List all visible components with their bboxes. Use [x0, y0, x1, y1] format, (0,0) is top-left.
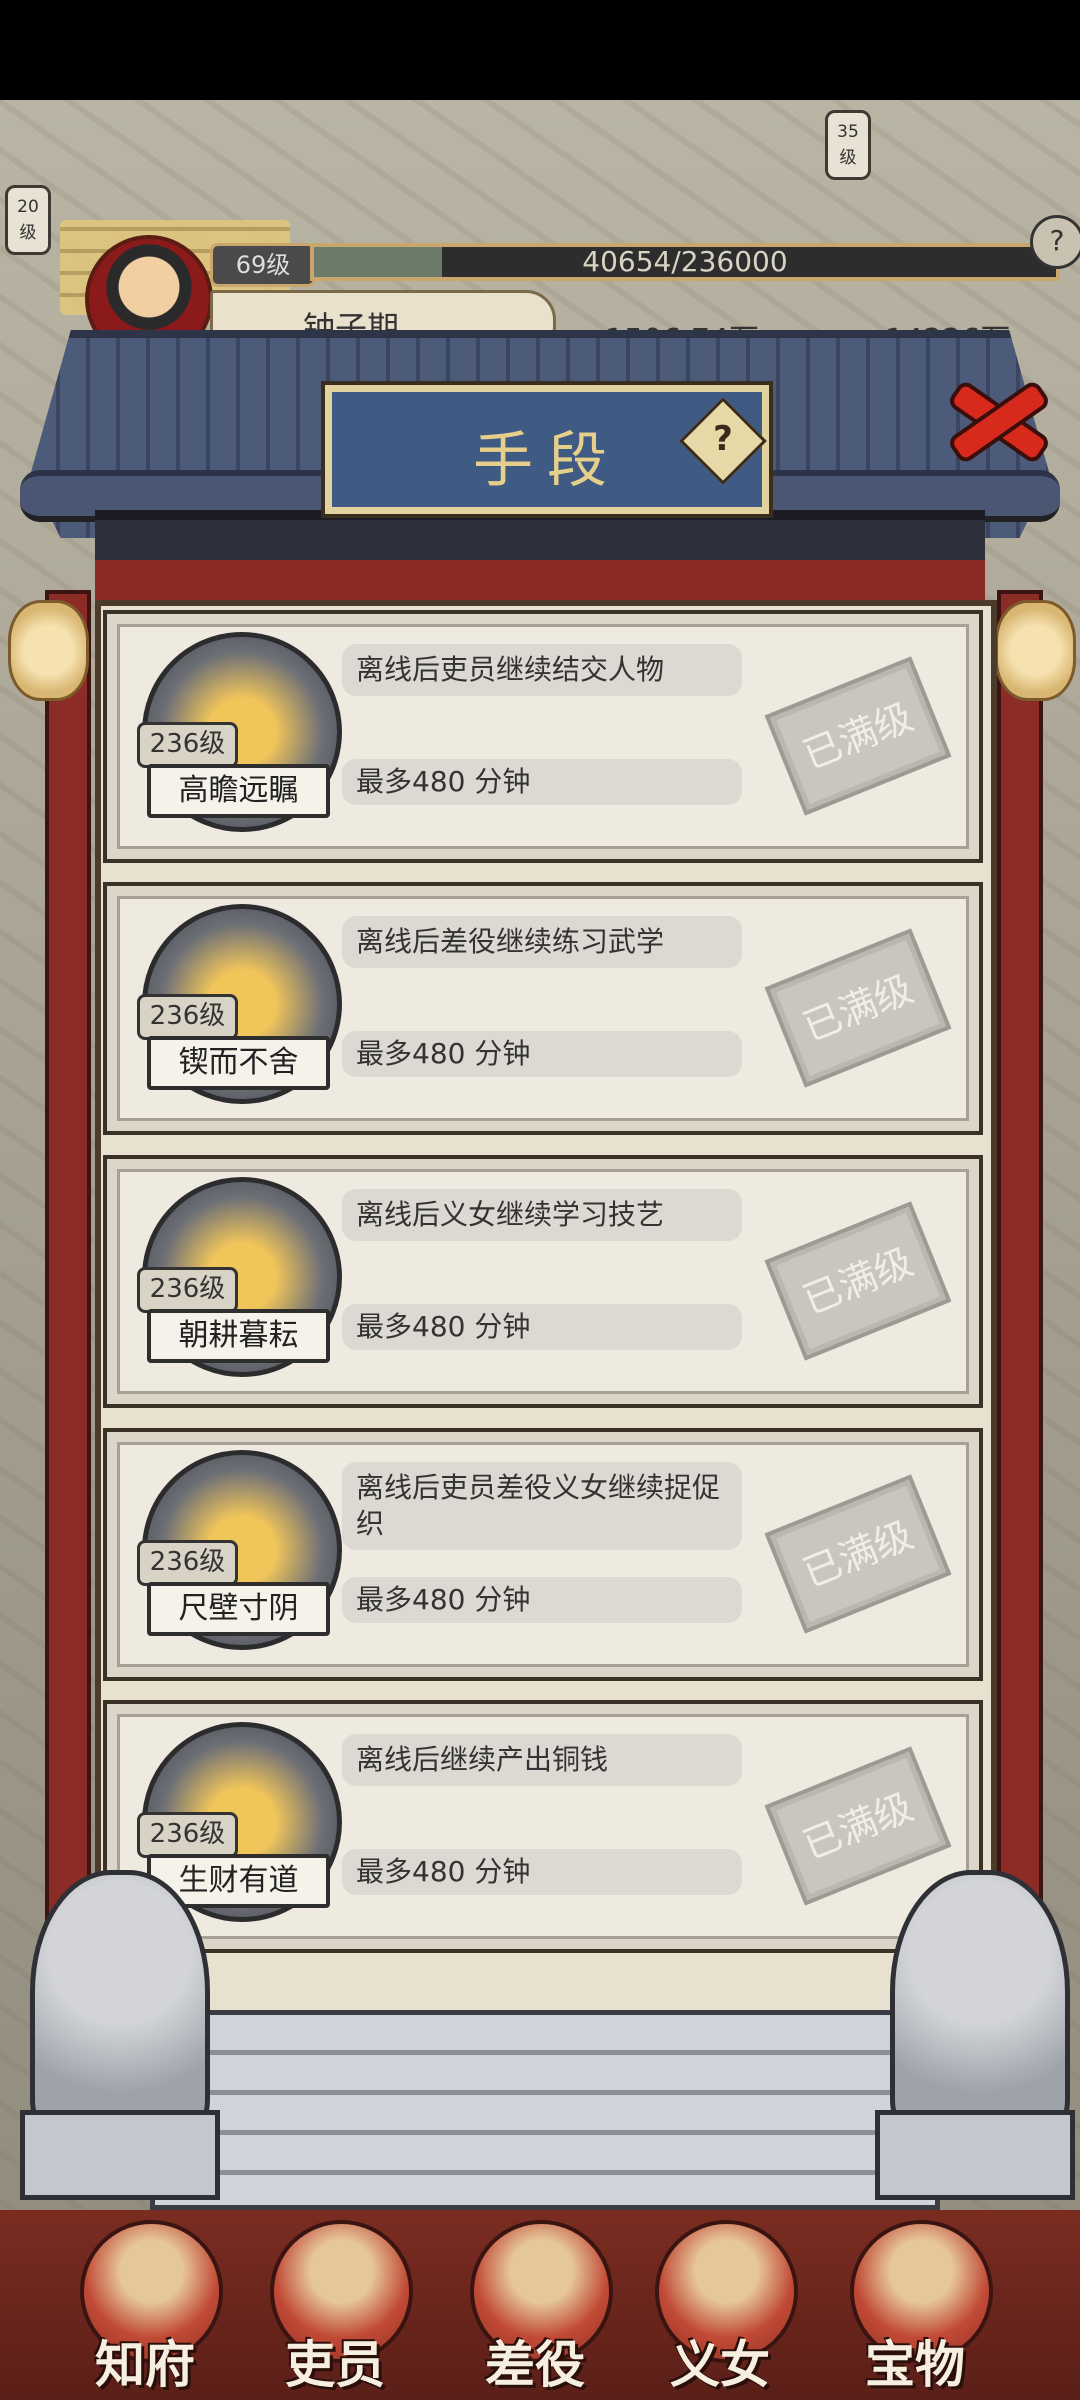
- skill-card: 236级 朝耕暮耘 离线后义女继续学习技艺最多480 分钟 已满级: [103, 1155, 983, 1408]
- max-level-stamp: 已满级: [764, 1746, 952, 1906]
- skill-description: 离线后吏员继续结交人物: [342, 644, 742, 696]
- lantern-icon: [995, 600, 1076, 701]
- skill-description: 离线后差役继续练习武学: [342, 916, 742, 968]
- skill-level-badge: 236级: [137, 722, 238, 768]
- skill-level-badge: 236级: [137, 1540, 238, 1586]
- question-icon: ?: [713, 419, 733, 459]
- nav-item-prefect[interactable]: 知府: [55, 2210, 235, 2400]
- skill-card: 236级 生财有道 离线后继续产出铜钱 最多480 分钟 已满级: [103, 1700, 983, 1953]
- nav-item-daughters[interactable]: 义女: [630, 2210, 810, 2400]
- skill-description: 离线后继续产出铜钱: [342, 1734, 742, 1786]
- max-level-stamp: 已满级: [764, 1201, 952, 1361]
- xp-text: 40654/236000: [582, 245, 788, 278]
- skill-duration-limit: 最多480 分钟: [342, 1577, 742, 1623]
- nav-label: 宝物: [865, 2335, 965, 2394]
- skill-duration-limit: 最多480 分钟: [342, 759, 742, 805]
- player-level: 69级: [210, 243, 316, 287]
- lion-pedestal: [875, 2110, 1075, 2200]
- max-level-label: 已满级: [764, 1201, 952, 1361]
- stone-lion-right: [890, 1870, 1070, 2140]
- lion-pedestal: [20, 2110, 220, 2200]
- stone-lion-left: [30, 1870, 210, 2140]
- dialog-title-plaque: 手段 ?: [325, 385, 769, 514]
- skill-name: 尺壁寸阴: [147, 1582, 330, 1636]
- left-pillar: [45, 590, 91, 1978]
- player-info-bar: 69级 40654/236000 钟子期 1506.74万 14226万 ?: [30, 215, 1080, 363]
- right-pillar: [997, 590, 1043, 1978]
- skill-card: 236级 锲而不舍 离线后差役继续练习武学最多480 分钟 已满级: [103, 882, 983, 1135]
- xp-progress-bar: 40654/236000: [310, 243, 1060, 281]
- skill-level-badge: 236级: [137, 1267, 238, 1313]
- skill-duration-limit: 最多480 分钟: [342, 1304, 742, 1350]
- lantern-icon: [8, 600, 89, 701]
- skill-description: 离线后义女继续学习技艺: [342, 1189, 742, 1241]
- help-icon[interactable]: ?: [1030, 215, 1080, 269]
- map-level-badge[interactable]: 35 级: [825, 110, 871, 180]
- max-level-stamp: 已满级: [764, 1474, 952, 1634]
- bottom-nav: 知府 吏员 差役 义女 宝物: [0, 2210, 1080, 2400]
- skill-name: 朝耕暮耘: [147, 1309, 330, 1363]
- skill-name: 锲而不舍: [147, 1036, 330, 1090]
- max-level-label: 已满级: [764, 656, 952, 816]
- skill-description: 离线后吏员差役义女继续捉促织: [342, 1462, 742, 1550]
- skill-duration-limit: 最多480 分钟: [342, 1031, 742, 1077]
- skill-card: 236级 高瞻远瞩 离线后吏员继续结交人物最多480 分钟 已满级: [103, 610, 983, 863]
- stone-stairs: [150, 2010, 940, 2210]
- skill-name: 高瞻远瞩: [147, 764, 330, 818]
- skill-duration-limit: 最多480 分钟: [342, 1849, 742, 1895]
- nav-label: 差役: [485, 2335, 585, 2394]
- skill-level-badge: 236级: [137, 994, 238, 1040]
- skill-card: 236级 尺壁寸阴 离线后吏员差役义女继续捉促织最多480 分钟 已满级: [103, 1428, 983, 1681]
- nav-label: 义女: [670, 2335, 770, 2394]
- max-level-stamp: 已满级: [764, 656, 952, 816]
- nav-item-treasures[interactable]: 宝物: [825, 2210, 1005, 2400]
- nav-item-officials[interactable]: 吏员: [245, 2210, 425, 2400]
- nav-item-constables[interactable]: 差役: [445, 2210, 625, 2400]
- nav-label: 知府: [95, 2335, 195, 2394]
- nav-label: 吏员: [285, 2335, 385, 2394]
- close-button[interactable]: [935, 365, 1052, 466]
- skill-level-badge: 236级: [137, 1812, 238, 1858]
- status-bar: [0, 0, 1080, 100]
- max-level-stamp: 已满级: [764, 928, 952, 1088]
- max-level-label: 已满级: [764, 1474, 952, 1634]
- max-level-label: 已满级: [764, 1746, 952, 1906]
- max-level-label: 已满级: [764, 928, 952, 1088]
